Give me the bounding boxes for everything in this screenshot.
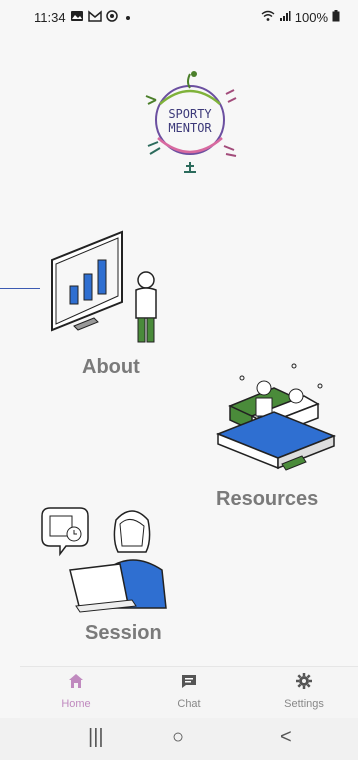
app-logo: SPORTY MENTOR [138,68,242,178]
status-bar: 11:34 100% [0,0,358,34]
bottom-nav: Home Chat Settings [20,666,358,719]
side-accent-line [0,288,40,289]
recent-apps-button[interactable]: ||| [88,726,104,749]
battery-icon [332,10,340,25]
system-nav-bar: ||| ○ < [0,718,358,760]
nav-chat[interactable]: Chat [149,673,229,710]
chat-icon [149,673,229,694]
battery-percent: 100% [294,10,328,25]
nav-home-label: Home [61,698,91,710]
sporty-mentor-logo-icon: SPORTY MENTOR [145,71,237,173]
more-notifications-dot [125,15,130,20]
back-button[interactable]: < [280,726,292,749]
about-card[interactable]: About [46,226,176,378]
laptop-user-icon [41,507,167,613]
nav-settings[interactable]: Settings [264,673,344,710]
logo-line1: SPORTY [168,107,212,121]
home-button[interactable]: ○ [172,726,184,749]
status-left: 11:34 [34,10,130,25]
session-card[interactable]: Session [36,500,186,646]
nav-chat-label: Chat [177,698,201,710]
signal-icon [279,10,291,25]
books-stack-icon [215,363,337,471]
status-right: 100% [261,10,340,25]
resources-label: Resources [216,488,319,510]
wifi-icon [261,10,275,25]
nav-settings-label: Settings [284,698,324,710]
settings-notification-icon [105,10,118,25]
gmail-notification-icon [87,10,102,25]
gear-icon [264,673,344,694]
about-label: About [82,356,140,378]
session-label: Session [85,622,162,644]
presentation-chart-icon [51,230,157,343]
home-icon [36,673,116,694]
image-notification-icon [70,10,84,25]
status-time: 11:34 [34,10,66,25]
nav-home[interactable]: Home [36,673,116,710]
resources-card[interactable]: Resources [212,362,338,512]
logo-line2: MENTOR [168,121,212,135]
